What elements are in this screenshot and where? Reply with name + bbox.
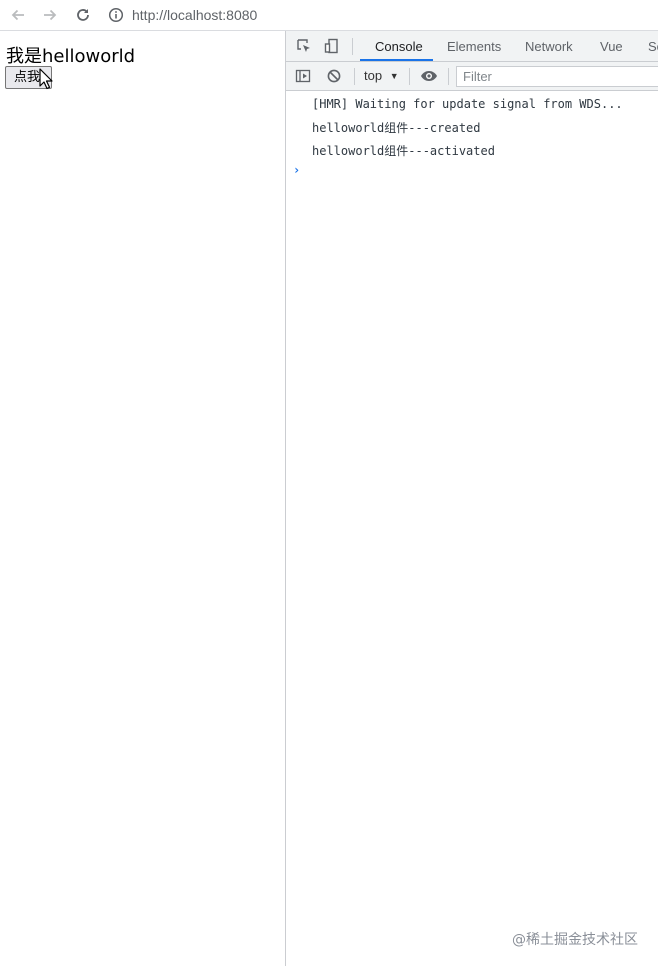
forward-arrow-icon[interactable] xyxy=(39,4,61,26)
device-toolbar-icon[interactable] xyxy=(323,37,341,55)
console-message: helloworld组件---created xyxy=(312,121,481,135)
console-prompt[interactable]: › xyxy=(293,163,300,177)
devtools-tabbar: Console Elements Network Vue So xyxy=(286,31,658,62)
inspect-element-icon[interactable] xyxy=(295,37,313,55)
active-tab-indicator xyxy=(360,59,433,61)
hello-title: 我是helloworld xyxy=(6,46,136,67)
info-icon[interactable] xyxy=(108,7,124,23)
tab-elements[interactable]: Elements xyxy=(447,31,501,61)
mouse-cursor-icon xyxy=(39,68,53,95)
devtools-panel: Console Elements Network Vue So top ▼ [H… xyxy=(286,31,658,966)
context-selector[interactable]: top ▼ xyxy=(364,68,399,84)
tab-vue[interactable]: Vue xyxy=(600,31,623,61)
tab-sources[interactable]: So xyxy=(648,31,658,61)
back-arrow-icon[interactable] xyxy=(7,4,29,26)
eye-icon[interactable] xyxy=(420,67,438,85)
tab-console[interactable]: Console xyxy=(375,31,423,61)
console-toolbar: top ▼ xyxy=(286,62,658,91)
address-bar[interactable]: http://localhost:8080 xyxy=(108,0,257,30)
toolbar-separator xyxy=(409,68,410,85)
reload-icon[interactable] xyxy=(72,4,94,26)
toolbar-separator xyxy=(448,68,449,85)
toolbar-separator xyxy=(352,38,353,55)
chevron-down-icon: ▼ xyxy=(389,71,399,81)
console-output: [HMR] Waiting for update signal from WDS… xyxy=(286,91,658,966)
page-viewport: 我是helloworld 点我 xyxy=(0,31,285,966)
clear-console-icon[interactable] xyxy=(325,67,343,85)
browser-toolbar: http://localhost:8080 xyxy=(0,0,658,31)
tab-network[interactable]: Network xyxy=(525,31,573,61)
console-message: helloworld组件---activated xyxy=(312,144,495,158)
context-label: top xyxy=(364,68,383,83)
filter-input[interactable] xyxy=(456,66,658,87)
toolbar-separator xyxy=(354,68,355,85)
console-message: [HMR] Waiting for update signal from WDS… xyxy=(312,97,623,111)
url-text: http://localhost:8080 xyxy=(132,7,258,23)
sidebar-toggle-icon[interactable] xyxy=(294,67,312,85)
watermark: @稀土掘金技术社区 xyxy=(512,932,638,948)
